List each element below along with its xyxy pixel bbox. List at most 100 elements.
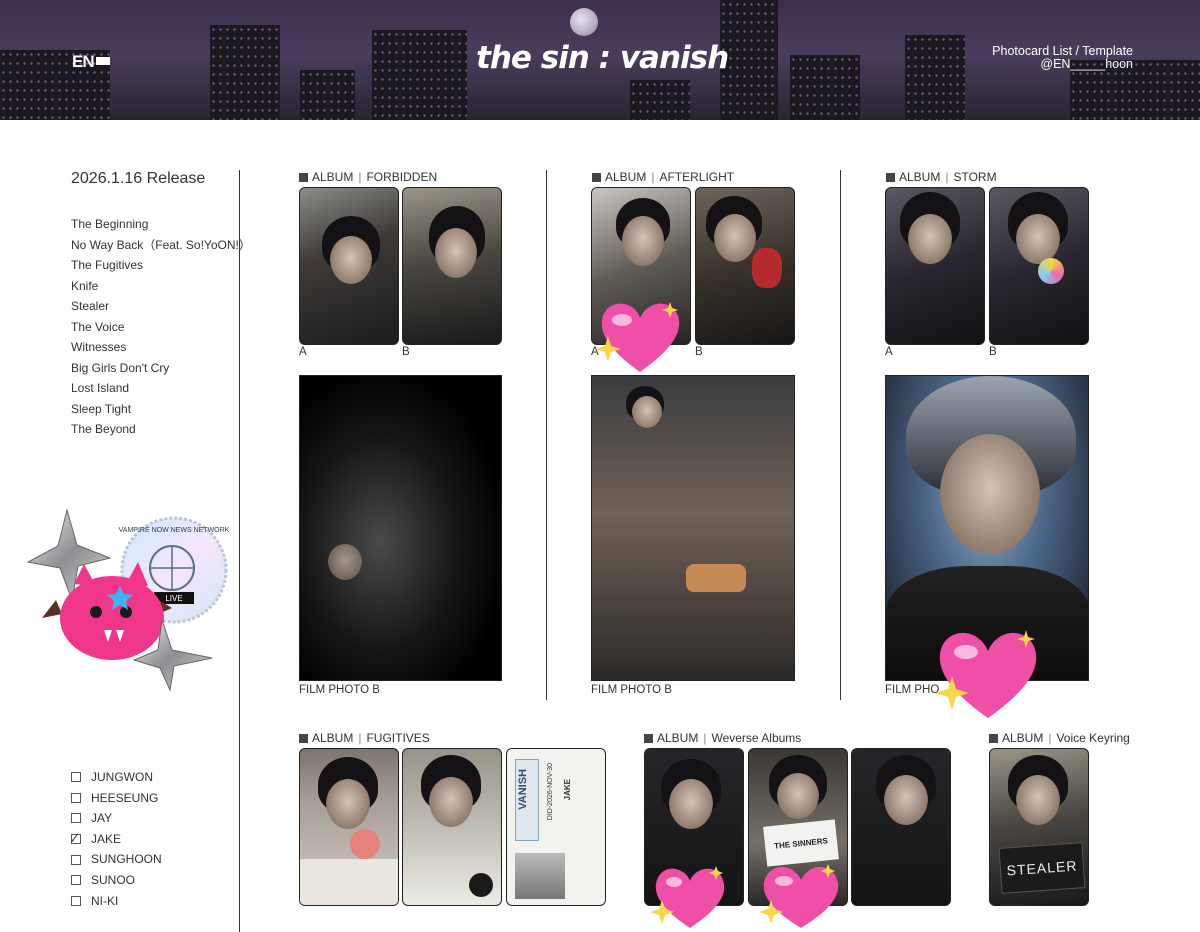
track-item: Knife (71, 278, 99, 293)
id-code: DID-2026-NOV-30 (547, 763, 554, 821)
member-option-jay[interactable]: JAY (71, 808, 162, 829)
photocard-storm-a[interactable] (885, 187, 985, 345)
section-name: Voice Keyring (1056, 731, 1130, 745)
heart-sparkle-icon (650, 866, 725, 928)
track-item: Big Girls Don't Cry (71, 360, 170, 375)
section-prefix: ALBUM (657, 731, 699, 745)
column-divider (546, 170, 547, 700)
photocard-fugitives-2[interactable] (402, 748, 502, 906)
member-option-jake[interactable]: ✓ JAKE (69, 829, 162, 850)
member-name: NI-KI (91, 893, 119, 908)
moon (570, 8, 598, 36)
section-label-keyring: ALBUM | Voice Keyring (989, 731, 1130, 745)
track-item: The Beginning (71, 217, 149, 231)
building (210, 25, 280, 120)
member-checklist: JUNGWON HEESEUNG JAY ✓ JAKE SUNGHOON SUNO… (69, 767, 162, 912)
section-prefix: ALBUM (312, 170, 354, 184)
section-label-fugitives: ALBUM | FUGITIVES (299, 731, 430, 745)
member-name: SUNGHOON (91, 852, 162, 867)
group-logo: EN (72, 52, 110, 72)
photocard-forbidden-b[interactable] (402, 187, 502, 345)
heart-sparkle-icon (595, 302, 680, 372)
checkbox[interactable] (71, 813, 81, 824)
photocard-weverse-3[interactable] (851, 748, 951, 906)
checkbox[interactable] (71, 792, 81, 803)
section-prefix: ALBUM (899, 170, 941, 184)
section-name: FORBIDDEN (366, 170, 438, 184)
heart-sparkle-icon (759, 864, 839, 928)
id-name: JAKE (563, 779, 572, 801)
id-title: VANISH (517, 769, 529, 810)
section-label-forbidden: ALBUM | FORBIDDEN (299, 170, 437, 184)
stealer-sign-text: STEALER (998, 842, 1086, 894)
checkbox[interactable] (71, 772, 81, 783)
section-name: FUGITIVES (366, 731, 430, 745)
member-option-niki[interactable]: NI-KI (71, 891, 162, 912)
checkmark-icon: ✓ (69, 831, 80, 847)
badge-text: VAMPIRE NOW NEWS NETWORK (119, 527, 230, 534)
track-item: The Fugitives (71, 258, 144, 272)
card-caption: B (402, 346, 410, 358)
column-divider (840, 170, 841, 700)
member-name: JUNGWON (91, 770, 153, 784)
author-handle: @EN_____hoon (1040, 57, 1133, 71)
checkbox-checked[interactable]: ✓ (69, 831, 81, 846)
building (720, 0, 778, 120)
left-divider (239, 170, 240, 932)
track-item: Stealer (71, 299, 110, 313)
card-caption: A (885, 346, 893, 358)
track-item: No Way Back（Feat. So!YoON!） (71, 237, 251, 252)
photocard-afterlight-b[interactable] (695, 187, 795, 345)
member-option-jungwon[interactable]: JUNGWON (71, 767, 162, 788)
header-banner: EN the sin : vanish Photocard List / Tem… (0, 0, 1200, 120)
heart-sparkle-icon (935, 630, 1037, 718)
building (630, 80, 690, 120)
section-label-storm: ALBUM | STORM (886, 170, 997, 184)
photocard-fugitives-id[interactable]: VANISH DID-2026-NOV-30 JAKE (506, 748, 606, 906)
film-caption: FILM PHOTO B (299, 684, 380, 696)
building (372, 30, 467, 120)
tracklist: The Beginning No Way Back（Feat. So!YoON!… (71, 214, 251, 440)
building (905, 35, 965, 120)
film-photo-forbidden[interactable] (299, 375, 502, 681)
release-date: 2026.1.16 Release (71, 170, 206, 187)
sticker-cluster: VAMPIRE NOW NEWS NETWORK LIVE (26, 508, 230, 692)
header-credit: Photocard List / Template @EN_____hoon (960, 45, 1133, 71)
card-caption: A (299, 346, 307, 358)
section-prefix: ALBUM (1002, 731, 1044, 745)
checkbox[interactable] (71, 895, 81, 906)
photocard-fugitives-1[interactable] (299, 748, 399, 906)
building (300, 70, 355, 120)
member-option-sunghoon[interactable]: SUNGHOON (71, 849, 162, 870)
section-prefix: ALBUM (605, 170, 647, 184)
film-caption: FILM PHOTO B (591, 684, 672, 696)
photocard-storm-b[interactable] (989, 187, 1089, 345)
track-item: Lost Island (71, 381, 130, 395)
checkbox[interactable] (71, 875, 81, 886)
card-caption: B (989, 346, 997, 358)
track-item: Sleep Tight (71, 401, 132, 416)
card-caption: B (695, 346, 703, 358)
member-option-sunoo[interactable]: SUNOO (71, 870, 162, 891)
member-name: JAKE (91, 831, 122, 846)
building (790, 55, 860, 120)
section-prefix: ALBUM (312, 731, 354, 745)
section-name: AFTERLIGHT (659, 170, 735, 184)
section-name: Weverse Albums (711, 731, 802, 745)
member-option-heeseung[interactable]: HEESEUNG (71, 788, 162, 809)
track-item: Witnesses (71, 340, 127, 354)
track-item: The Voice (71, 319, 125, 334)
section-name: STORM (953, 170, 997, 184)
checkbox[interactable] (71, 854, 81, 865)
photocard-forbidden-a[interactable] (299, 187, 399, 345)
photocard-keyring[interactable]: STEALER (989, 748, 1089, 906)
track-item: The Beyond (71, 422, 136, 436)
member-name: SUNOO (91, 872, 136, 887)
section-label-afterlight: ALBUM | AFTERLIGHT (592, 170, 734, 184)
section-label-weverse: ALBUM | Weverse Albums (644, 731, 801, 745)
album-title: the sin : vanish (476, 40, 729, 76)
member-name: HEESEUNG (91, 790, 159, 805)
film-photo-afterlight[interactable] (591, 375, 795, 681)
badge-live: LIVE (165, 594, 182, 603)
member-name: JAY (91, 811, 113, 826)
